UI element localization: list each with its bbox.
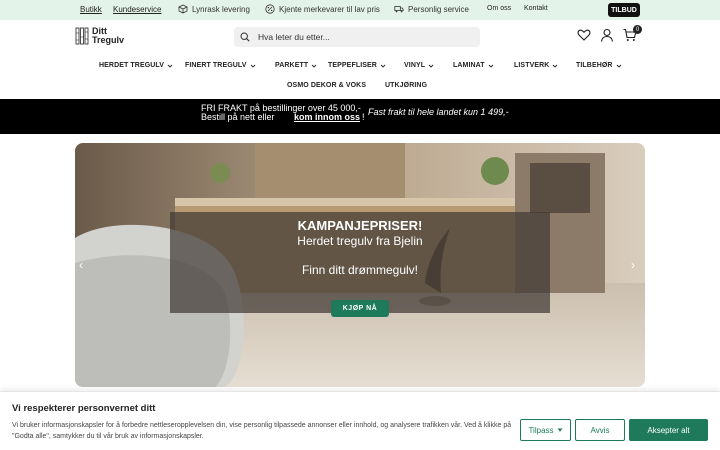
truck-icon <box>394 6 404 13</box>
usp-delivery-label: Lynrask levering <box>192 4 250 14</box>
chevron-down-icon <box>167 64 173 68</box>
heart-icon[interactable] <box>577 28 591 42</box>
kundeservice-link[interactable]: Kundeservice <box>113 5 161 14</box>
box-icon <box>178 4 188 14</box>
prev-slide-arrow[interactable]: ‹ <box>79 258 83 272</box>
search-bar[interactable] <box>234 27 480 47</box>
next-slide-arrow[interactable]: › <box>631 258 635 272</box>
usp-service-label: Personlig service <box>408 4 469 14</box>
chevron-down-icon <box>428 64 434 68</box>
usp-brands: Kjente merkevarer til lav pris <box>265 4 380 14</box>
logo[interactable]: Ditt Tregulv <box>75 27 124 45</box>
search-input[interactable] <box>258 32 458 42</box>
chevron-down-icon <box>311 64 317 68</box>
promo-excl: ! <box>362 112 365 122</box>
caret-down-icon <box>557 428 563 432</box>
chevron-down-icon <box>553 64 558 68</box>
hero-tagline: Finn ditt drømmegulv! <box>301 263 419 277</box>
usp-brands-label: Kjente merkevarer til lav pris <box>279 4 380 14</box>
kontakt-link[interactable]: Kontakt <box>524 5 548 12</box>
user-icon[interactable] <box>600 28 614 42</box>
butikk-link[interactable]: Butikk <box>80 5 102 14</box>
nav-vinyl[interactable]: VINYL <box>404 62 434 69</box>
logo-text: Ditt Tregulv <box>92 26 125 45</box>
hero-overlay: KAMPANJEPRISER! Herdet tregulv fra Bjeli… <box>170 212 550 313</box>
chevron-down-icon <box>488 64 494 68</box>
nav-laminat[interactable]: LAMINAT <box>453 62 494 69</box>
nav-listverk[interactable]: LISTVERK <box>514 62 558 69</box>
tilbud-button[interactable]: TILBUD <box>608 3 640 17</box>
accept-all-button[interactable]: Aksepter alt <box>629 419 708 441</box>
chevron-down-icon <box>250 64 255 68</box>
promo-visit-link[interactable]: kom innom oss <box>294 112 360 122</box>
reject-button[interactable]: Avvis <box>575 419 625 441</box>
chevron-down-icon <box>380 64 386 68</box>
cookie-text: Vi bruker informasjonskapsler for å forb… <box>12 422 512 440</box>
nav-tilbehor[interactable]: TILBEHØR <box>576 62 622 69</box>
customize-button[interactable]: Tilpass <box>520 419 571 441</box>
percent-icon <box>265 4 275 14</box>
nav-parkett[interactable]: PARKETT <box>275 62 317 69</box>
nav-finert-tregulv[interactable]: FINERT TREGULV <box>185 62 256 69</box>
search-icon[interactable] <box>240 32 250 42</box>
nav-osmo-dekor[interactable]: OSMO DEKOR & VOKS <box>287 82 366 89</box>
om-oss-link[interactable]: Om oss <box>487 5 511 12</box>
usp-service: Personlig service <box>394 4 469 14</box>
hero-subheading: Herdet tregulv fra Bjelin <box>297 234 423 248</box>
cookie-title: Vi respekterer personvernet ditt <box>12 403 156 414</box>
cart-count-badge: 0 <box>633 25 642 34</box>
nav-herdet-tregulv[interactable]: HERDET TREGULV <box>99 62 173 69</box>
promo-shipping-text: Fast frakt til hele landet kun 1 499,- <box>368 107 509 117</box>
hero-heading: KAMPANJEPRISER! <box>297 218 423 233</box>
hero-slider[interactable]: KAMPANJEPRISER! Herdet tregulv fra Bjeli… <box>75 143 645 387</box>
nav-utkjoring[interactable]: UTKJØRING <box>385 82 427 89</box>
promo-banner: FRI FRAKT på bestillinger over 45 000,- … <box>0 99 720 134</box>
nav-teppefliser[interactable]: TEPPEFLISER <box>328 62 386 69</box>
top-bar: Butikk Kundeservice Lynrask levering Kje… <box>0 0 720 20</box>
buy-now-button[interactable]: KJØP NÅ <box>331 300 389 317</box>
chevron-down-icon <box>616 64 621 68</box>
logo-mark-icon <box>75 27 89 45</box>
usp-delivery: Lynrask levering <box>178 4 250 14</box>
promo-line2: Bestill på nett eller <box>201 112 275 122</box>
